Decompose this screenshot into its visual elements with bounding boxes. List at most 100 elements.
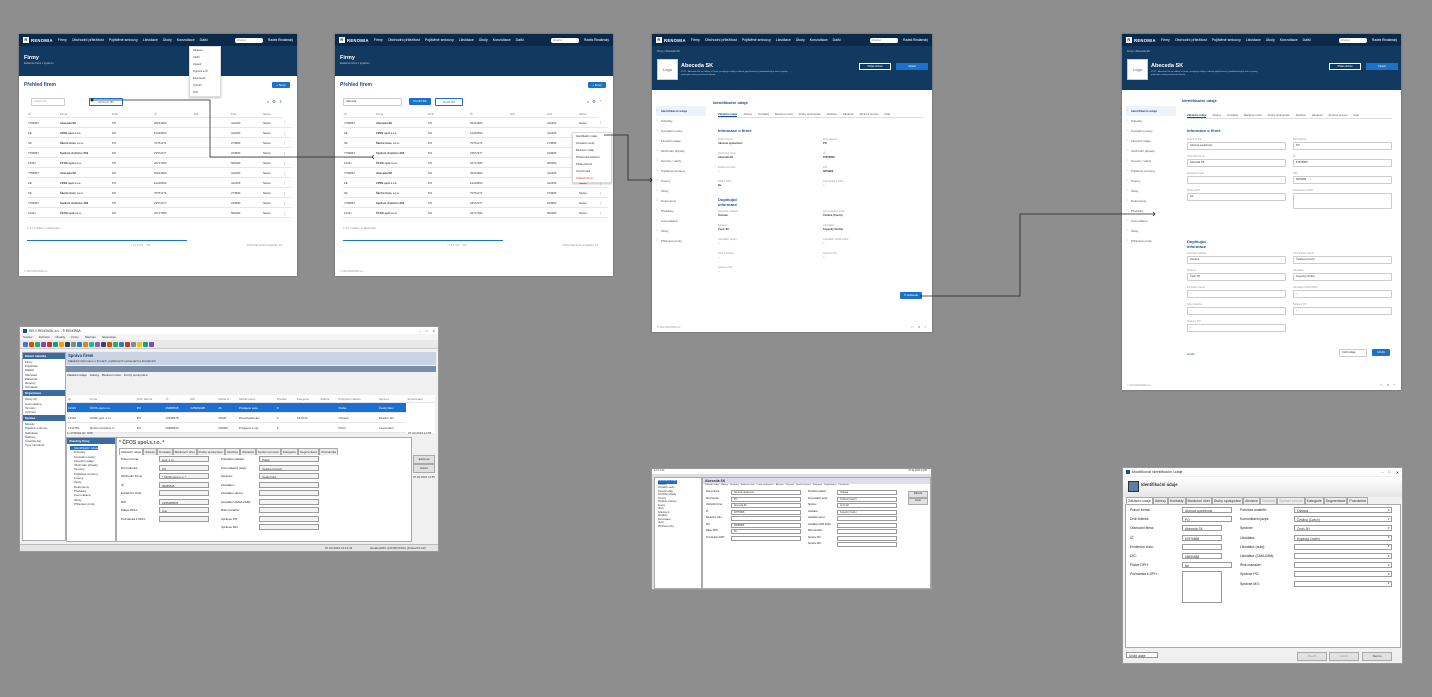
dialog-tab[interactable]: Poznámka [1347,497,1368,504]
detail-tab[interactable]: Akvizice [224,448,241,455]
dialog-tab[interactable]: Kategorie [1304,497,1324,504]
field-select[interactable] [1294,553,1392,559]
detail-tab[interactable]: Druhy spolupráce [196,448,225,455]
detail-tab[interactable]: Kontakty [156,448,173,455]
toolbar-icon[interactable] [137,341,142,347]
field-select[interactable] [1294,571,1392,578]
dialog-tab[interactable]: Bankovní účet [1185,497,1212,504]
grid-column-header[interactable]: Kategorie [295,395,320,403]
menu-item[interactable]: Moduly [56,335,66,339]
field-select[interactable]: Čech Jiří [1294,525,1392,532]
menu-item[interactable]: Zobrazit [39,335,50,339]
maximize-icon[interactable]: □ [1389,470,1391,475]
chevron-down-icon[interactable]: ▾ [1388,581,1390,585]
grid-row[interactable]: 12321 ČFOS spol.s.r.o. PO 05289535 C25090435… [67,402,435,413]
chevron-down-icon[interactable]: ▾ [1388,508,1390,512]
toolbar-icon[interactable] [47,341,52,347]
grid-column-header[interactable]: NACE # [217,395,238,403]
dialog-tab[interactable]: Segmentace [1323,497,1348,504]
mini-tab[interactable]: Základní údaje [705,484,719,486]
toolbar-icon[interactable] [101,341,106,347]
grid-column-header[interactable]: Spravovatel [406,395,435,403]
minimize-icon[interactable]: – [1381,470,1383,475]
dialog-tab[interactable]: Správní proces [1277,497,1305,504]
mini-tab[interactable]: Kategorie [813,484,822,486]
toolbar-icon[interactable] [113,341,118,347]
dialog-tab[interactable]: Akvizice [1243,497,1260,504]
grid-column-header[interactable]: Firma [88,395,136,403]
toolbar-icon[interactable] [131,341,136,347]
nav-item[interactable]: Uživatelé [25,385,63,389]
mini-tab[interactable]: Poznámka [838,484,848,486]
menu-item[interactable]: Nápověda [102,335,116,339]
grid-column-header[interactable]: Správce [377,395,407,403]
close-button[interactable]: Zavřít [908,498,928,505]
nav-item[interactable]: Typy záznamů [25,443,63,447]
tree-item[interactable]: Přiřazené prvky [70,502,98,506]
mini-tab[interactable]: Segmentace [824,484,836,486]
chevron-down-icon[interactable]: ▾ [1388,526,1390,530]
grid-row[interactable]: 12323 CKMF spol. s.r.o. PO 12345578 45120 Zpr… [67,412,435,423]
field-select[interactable] [1294,562,1392,569]
field-input[interactable]: Akciová společnost [1182,507,1232,513]
toolbar-icon[interactable] [125,341,130,347]
mini-tab[interactable]: Akvizice [776,484,784,486]
tree-item[interactable]: Přiřazené prvky [658,526,677,530]
mini-tab[interactable]: Závazek [786,484,794,486]
detail-tab[interactable]: Správní proces [255,448,281,455]
detail-tab[interactable]: Základní údaje [119,448,144,455]
field-select[interactable] [1294,580,1392,587]
toolbar-icon[interactable] [35,341,40,347]
detail-tab[interactable]: Segmentace [297,448,320,455]
toolbar-icon[interactable] [41,341,46,347]
menu-item[interactable]: Firmy [71,335,79,339]
tree-item[interactable]: Obchodní případy [658,494,677,498]
toolbar-icon[interactable] [95,341,100,347]
toolbar-icon[interactable] [71,341,76,347]
save-button[interactable]: Uložit [1329,652,1359,661]
edit-button[interactable]: Editovat [413,455,435,464]
field-select[interactable]: Čeština (Czech) [1294,516,1392,523]
dialog-tab[interactable]: Závazek [1259,497,1278,504]
chevron-down-icon[interactable]: ▾ [1388,572,1390,576]
grid-column-header[interactable]: Pobočka makléře [337,395,378,403]
grid-row[interactable]: 1211763 Správní družstvo 2... PO 05289535 20… [67,422,435,433]
tree-item[interactable]: Kontaktní osoby [658,487,677,491]
detail-tab[interactable]: Závazek [240,448,256,455]
toolbar-icon[interactable] [83,341,88,347]
dialog-tab[interactable]: Kontakty [1167,497,1186,504]
grid-tab[interactable]: Adresy [90,373,99,377]
grid-column-header[interactable]: IČ [164,395,190,403]
detail-tab[interactable]: Bankovní účet [172,448,197,455]
minimize-icon[interactable]: – [419,329,421,333]
grid-tab[interactable]: Bankovní účet [102,373,121,377]
dialog-tab[interactable]: Adresy [1152,497,1168,504]
cancel-button[interactable]: Storno [1362,652,1392,661]
grid-tab[interactable]: Druhy spolupráce [124,373,148,377]
grid-column-header[interactable]: DIČ [189,395,218,403]
toolbar-icon[interactable] [143,341,148,347]
field-input[interactable]: 68686888 [1182,553,1222,559]
close-button[interactable]: Zavřít [413,464,435,473]
grid-column-header[interactable]: NACE název [237,395,276,403]
grid-tab[interactable]: Základní údaje [67,373,87,377]
chevron-down-icon[interactable]: ▾ [1388,563,1390,567]
toolbar-icon[interactable] [89,341,94,347]
detail-tab[interactable]: Kategorie [280,448,298,455]
grid-column-header[interactable]: Druh klienta [135,395,165,403]
dialog-tab[interactable]: Druhy spolupráce [1211,497,1244,504]
mini-tab[interactable]: Adresy [721,484,728,486]
field-input[interactable]: PO [1182,516,1232,523]
edit-button[interactable]: Editovat [908,491,928,498]
field-select[interactable]: Ostrava [1294,507,1392,513]
field-input[interactable]: Abeceda SK [1182,525,1222,532]
toolbar-icon[interactable] [119,341,124,347]
field-input[interactable] [1182,571,1222,604]
mini-tab[interactable]: Druhy spolupráce [757,484,774,486]
grid-column-header[interactable]: ID [67,395,89,403]
field-input[interactable]: 87876868 [1182,534,1222,541]
grid-column-header[interactable]: Záloha [319,395,338,403]
toolbar-icon[interactable] [29,341,34,347]
tree-item[interactable]: Identifikační údaje [658,480,677,484]
field-input[interactable] [1182,543,1222,550]
